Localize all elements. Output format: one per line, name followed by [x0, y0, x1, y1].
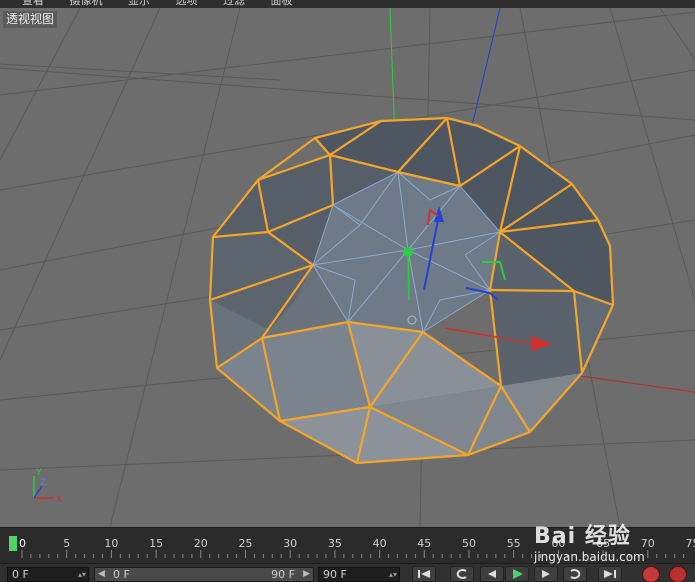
- start-frame-value: 0 F: [12, 568, 29, 581]
- menu-item-options[interactable]: 选项: [176, 0, 198, 6]
- range-right-arrow-icon[interactable]: ▶: [303, 568, 310, 581]
- tick-label: 10: [104, 537, 119, 550]
- prev-key-icon: [456, 569, 467, 579]
- range-max-value: 90 F: [271, 568, 295, 581]
- tick-label: 25: [238, 537, 253, 550]
- viewport-scene: Y X Z: [0, 8, 695, 527]
- tick-label: 45: [417, 537, 432, 550]
- end-frame-value: 90 F: [323, 568, 347, 581]
- world-x-axis: [579, 375, 695, 393]
- menu-item-camera[interactable]: 摄像机: [70, 0, 103, 6]
- prev-frame-button[interactable]: [480, 566, 504, 582]
- tick-label: 55: [506, 537, 521, 550]
- play-icon: [513, 569, 523, 579]
- svg-text:X: X: [56, 495, 62, 505]
- tick-label: 15: [149, 537, 164, 550]
- tick-label: 40: [372, 537, 387, 550]
- perspective-viewport[interactable]: Y X Z 透视视图: [0, 8, 695, 527]
- watermark-brand: Bai 经验: [534, 524, 631, 549]
- tick-label: 5: [63, 537, 71, 550]
- end-frame-field[interactable]: 90 F ▴▾: [318, 567, 400, 582]
- stepper-icon[interactable]: ▴▾: [78, 568, 86, 581]
- first-frame-button[interactable]: [412, 566, 436, 582]
- menu-item-display[interactable]: 显示: [128, 0, 150, 6]
- range-min-value: 0 F: [113, 568, 130, 581]
- svg-text:Z: Z: [40, 478, 46, 488]
- tick-label: 20: [193, 537, 208, 550]
- range-left-arrow-icon[interactable]: ◀: [98, 568, 105, 581]
- current-frame-label: 0: [19, 537, 26, 550]
- world-axis-icon: Y X Z: [33, 468, 62, 505]
- viewport-title[interactable]: 透视视图: [3, 11, 58, 28]
- menu-item-panel[interactable]: 面板: [271, 0, 293, 6]
- playhead-marker[interactable]: [9, 536, 17, 551]
- watermark-logo: Bai 经验 jingyan.baidu.com: [526, 512, 695, 572]
- prev-key-button[interactable]: [450, 566, 474, 582]
- prev-frame-icon: [488, 570, 496, 578]
- start-frame-field[interactable]: 0 F ▴▾: [7, 567, 89, 582]
- svg-text:Y: Y: [35, 468, 42, 478]
- watermark-url: jingyan.baidu.com: [534, 550, 645, 564]
- menu-bar: 查看 摄像机 显示 选项 过滤 面板: [0, 0, 695, 8]
- menu-item-filter[interactable]: 过滤: [223, 0, 245, 6]
- world-z-axis: [470, 8, 501, 131]
- stepper-icon[interactable]: ▴▾: [389, 568, 397, 581]
- menu-item-view[interactable]: 查看: [22, 0, 44, 6]
- tick-label: 35: [327, 537, 342, 550]
- first-frame-icon: [418, 570, 430, 578]
- frame-range-slider[interactable]: ◀ 0 F 90 F ▶: [94, 567, 314, 582]
- tick-label: 50: [462, 537, 476, 550]
- tick-label: 30: [283, 537, 298, 550]
